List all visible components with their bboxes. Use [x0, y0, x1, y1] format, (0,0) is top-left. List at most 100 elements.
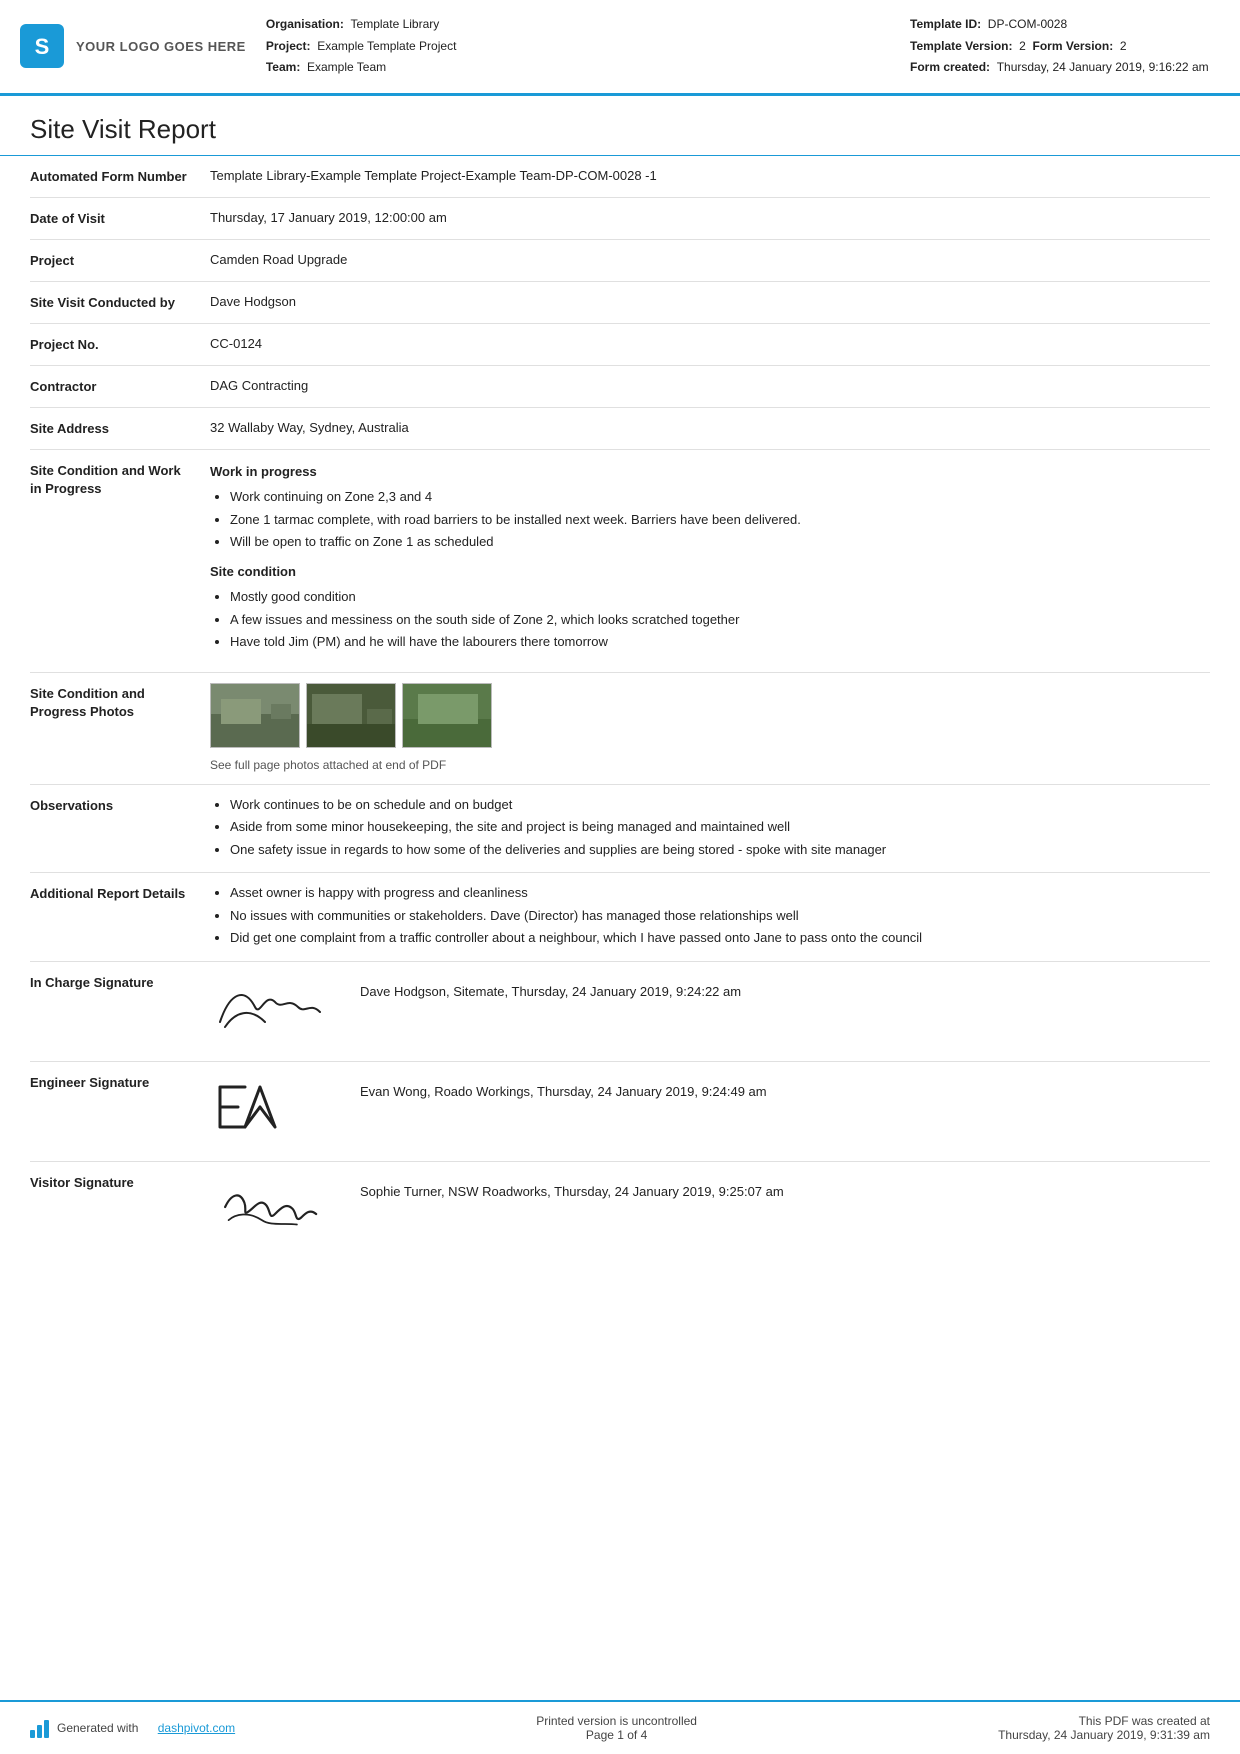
- label-sig-visitor: Visitor Signature: [30, 1172, 210, 1192]
- site-condition-title: Site condition: [210, 562, 1210, 582]
- logo-text: YOUR LOGO GOES HERE: [76, 39, 246, 54]
- form-version-value: 2: [1120, 39, 1127, 53]
- footer-uncontrolled-text: Printed version is uncontrolled: [536, 1714, 697, 1728]
- footer-page-text: Page 1 of 4: [536, 1728, 697, 1742]
- label-site-address: Site Address: [30, 418, 210, 438]
- value-project-no: CC-0124: [210, 334, 1210, 354]
- sig-image-in-charge: [210, 972, 340, 1042]
- footer-bar-1: [30, 1730, 35, 1738]
- form-created-value: Thursday, 24 January 2019, 9:16:22 am: [997, 60, 1209, 74]
- photo-thumb-2: [306, 683, 396, 748]
- list-item: Did get one complaint from a traffic con…: [230, 928, 1210, 948]
- sig-image-visitor: [210, 1172, 340, 1242]
- photo-svg-1: [211, 684, 300, 748]
- page: S YOUR LOGO GOES HERE Organisation: Temp…: [0, 0, 1240, 1754]
- team-label: Team:: [266, 60, 300, 74]
- footer-right-date: Thursday, 24 January 2019, 9:31:39 am: [998, 1728, 1210, 1742]
- label-observations: Observations: [30, 795, 210, 815]
- row-observations: Observations Work continues to be on sch…: [30, 785, 1210, 874]
- photo-svg-2: [307, 684, 396, 748]
- additional-list: Asset owner is happy with progress and c…: [230, 883, 1210, 948]
- sig-svg-in-charge: [210, 972, 340, 1042]
- footer-right: This PDF was created at Thursday, 24 Jan…: [998, 1714, 1210, 1742]
- value-sig-engineer: Evan Wong, Roado Workings, Thursday, 24 …: [210, 1072, 1210, 1142]
- label-date-of-visit: Date of Visit: [30, 208, 210, 228]
- value-date-of-visit: Thursday, 17 January 2019, 12:00:00 am: [210, 208, 1210, 228]
- label-photos: Site Condition and Progress Photos: [30, 683, 210, 721]
- template-id-value: DP-COM-0028: [988, 17, 1067, 31]
- list-item: Work continues to be on schedule and on …: [230, 795, 1210, 815]
- row-site-condition: Site Condition and Work in Progress Work…: [30, 450, 1210, 673]
- footer-logo-bars: [30, 1718, 49, 1738]
- label-sig-in-charge: In Charge Signature: [30, 972, 210, 992]
- label-project-no: Project No.: [30, 334, 210, 354]
- row-date-of-visit: Date of Visit Thursday, 17 January 2019,…: [30, 198, 1210, 240]
- row-form-number: Automated Form Number Template Library-E…: [30, 156, 1210, 198]
- list-item: Work continuing on Zone 2,3 and 4: [230, 487, 1210, 507]
- value-additional: Asset owner is happy with progress and c…: [210, 883, 1210, 951]
- org-line: Organisation: Template Library: [266, 14, 890, 36]
- list-item: Have told Jim (PM) and he will have the …: [230, 632, 1210, 652]
- value-photos: See full page photos attached at end of …: [210, 683, 1210, 774]
- label-project: Project: [30, 250, 210, 270]
- header-right: Template ID: DP-COM-0028 Template Versio…: [910, 14, 1210, 79]
- row-sig-in-charge: In Charge Signature Dave Hodgson, Sitema…: [30, 962, 1210, 1062]
- value-contractor: DAG Contracting: [210, 376, 1210, 396]
- logo-icon: S: [20, 24, 64, 68]
- label-sig-engineer: Engineer Signature: [30, 1072, 210, 1092]
- row-conducted-by: Site Visit Conducted by Dave Hodgson: [30, 282, 1210, 324]
- value-sig-in-charge: Dave Hodgson, Sitemate, Thursday, 24 Jan…: [210, 972, 1210, 1042]
- template-version-label: Template Version:: [910, 39, 1012, 53]
- sig-svg-visitor: [210, 1172, 340, 1242]
- header: S YOUR LOGO GOES HERE Organisation: Temp…: [0, 0, 1240, 96]
- sig-area-in-charge: Dave Hodgson, Sitemate, Thursday, 24 Jan…: [210, 972, 1210, 1042]
- photo-svg-3: [403, 684, 492, 748]
- site-condition-section: Site condition Mostly good condition A f…: [210, 562, 1210, 652]
- form-version-label: Form Version:: [1033, 39, 1114, 53]
- template-id-label: Template ID:: [910, 17, 981, 31]
- logo-area: S YOUR LOGO GOES HERE: [20, 14, 246, 79]
- sig-area-engineer: Evan Wong, Roado Workings, Thursday, 24 …: [210, 1072, 1210, 1142]
- value-site-address: 32 Wallaby Way, Sydney, Australia: [210, 418, 1210, 438]
- list-item: Zone 1 tarmac complete, with road barrie…: [230, 510, 1210, 530]
- footer-left: Generated with dashpivot.com: [30, 1718, 235, 1738]
- label-conducted-by: Site Visit Conducted by: [30, 292, 210, 312]
- list-item: Will be open to traffic on Zone 1 as sch…: [230, 532, 1210, 552]
- team-line: Team: Example Team: [266, 57, 890, 79]
- list-item: Asset owner is happy with progress and c…: [230, 883, 1210, 903]
- photo-thumb-3: [402, 683, 492, 748]
- sig-area-visitor: Sophie Turner, NSW Roadworks, Thursday, …: [210, 1172, 1210, 1242]
- row-contractor: Contractor DAG Contracting: [30, 366, 1210, 408]
- project-value: Example Template Project: [317, 39, 456, 53]
- photos-row: [210, 683, 1210, 748]
- value-project: Camden Road Upgrade: [210, 250, 1210, 270]
- label-site-condition: Site Condition and Work in Progress: [30, 460, 210, 498]
- list-item: A few issues and messiness on the south …: [230, 610, 1210, 630]
- work-in-progress-title: Work in progress: [210, 462, 1210, 482]
- report-title: Site Visit Report: [30, 114, 1210, 145]
- list-item: No issues with communities or stakeholde…: [230, 906, 1210, 926]
- list-item: Mostly good condition: [230, 587, 1210, 607]
- label-form-number: Automated Form Number: [30, 166, 210, 186]
- row-sig-engineer: Engineer Signature Evan Wong, Roado Work…: [30, 1062, 1210, 1162]
- sig-text-engineer: Evan Wong, Roado Workings, Thursday, 24 …: [360, 1072, 767, 1102]
- row-additional: Additional Report Details Asset owner is…: [30, 873, 1210, 962]
- form-created-label: Form created:: [910, 60, 990, 74]
- row-sig-visitor: Visitor Signature Sophie Turner, NSW Roa…: [30, 1162, 1210, 1272]
- org-label: Organisation:: [266, 17, 344, 31]
- footer-link[interactable]: dashpivot.com: [158, 1721, 235, 1735]
- list-item: One safety issue in regards to how some …: [230, 840, 1210, 860]
- team-value: Example Team: [307, 60, 386, 74]
- value-site-condition: Work in progress Work continuing on Zone…: [210, 460, 1210, 662]
- row-project-no: Project No. CC-0124: [30, 324, 1210, 366]
- sig-text-visitor: Sophie Turner, NSW Roadworks, Thursday, …: [360, 1172, 784, 1202]
- template-version-value: 2: [1019, 39, 1026, 53]
- row-photos: Site Condition and Progress Photos: [30, 673, 1210, 785]
- photo-thumb-1: [210, 683, 300, 748]
- svg-text:S: S: [35, 34, 50, 59]
- value-form-number: Template Library-Example Template Projec…: [210, 166, 1210, 186]
- info-table: Automated Form Number Template Library-E…: [0, 156, 1240, 1272]
- site-condition-list: Mostly good condition A few issues and m…: [230, 587, 1210, 652]
- template-id-line: Template ID: DP-COM-0028: [910, 14, 1210, 36]
- project-line: Project: Example Template Project: [266, 36, 890, 58]
